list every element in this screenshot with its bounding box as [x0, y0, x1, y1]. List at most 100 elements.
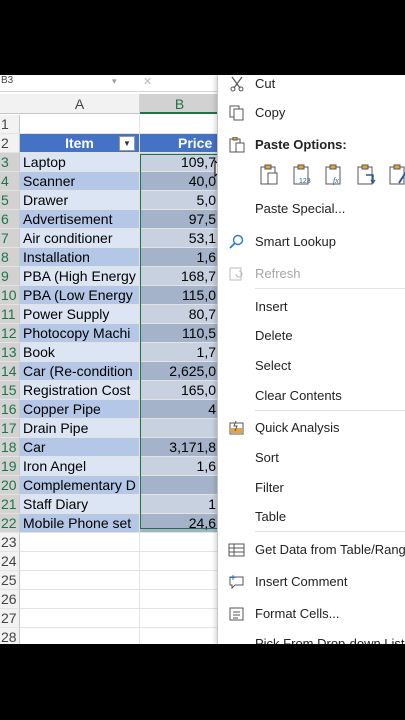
- price-cell[interactable]: 165,0: [140, 381, 220, 400]
- row-header[interactable]: 8: [0, 248, 20, 267]
- item-cell[interactable]: Laptop: [20, 153, 140, 172]
- price-cell[interactable]: 2,625,0: [140, 362, 220, 381]
- item-cell[interactable]: PBA (High Energy: [20, 267, 140, 286]
- menu-item-paste-special[interactable]: Paste Special...: [218, 197, 405, 221]
- row-header[interactable]: 1: [0, 115, 20, 134]
- row-header[interactable]: 2: [0, 134, 20, 153]
- item-cell[interactable]: Book: [20, 343, 140, 362]
- price-cell[interactable]: 110,5: [140, 324, 220, 343]
- column-header-b[interactable]: B: [140, 94, 220, 114]
- row-header[interactable]: 14: [0, 362, 20, 381]
- row-header[interactable]: 26: [0, 590, 20, 609]
- row-header[interactable]: 15: [0, 381, 20, 400]
- menu-item-insert-comment[interactable]: Insert Comment: [218, 570, 405, 594]
- row-header[interactable]: 16: [0, 400, 20, 419]
- row-header[interactable]: 9: [0, 267, 20, 286]
- item-cell[interactable]: Staff Diary: [20, 495, 140, 514]
- row-header[interactable]: 6: [0, 210, 20, 229]
- item-cell[interactable]: Car (Re-condition: [20, 362, 140, 381]
- price-cell[interactable]: 115,0: [140, 286, 220, 305]
- price-cell[interactable]: 3,171,8: [140, 438, 220, 457]
- item-cell[interactable]: Power Supply: [20, 305, 140, 324]
- menu-item-clear-contents[interactable]: Clear Contents: [218, 384, 405, 408]
- price-cell[interactable]: 80,7: [140, 305, 220, 324]
- row-header[interactable]: 25: [0, 571, 20, 590]
- price-cell[interactable]: 1,6: [140, 457, 220, 476]
- price-cell[interactable]: [140, 476, 220, 495]
- row-header[interactable]: 7: [0, 229, 20, 248]
- cell-a[interactable]: [20, 552, 140, 571]
- filter-dropdown-icon[interactable]: ▼: [119, 136, 135, 151]
- item-cell[interactable]: Iron Angel: [20, 457, 140, 476]
- menu-item-copy[interactable]: Copy: [218, 101, 405, 125]
- price-cell[interactable]: 1: [140, 495, 220, 514]
- row-header[interactable]: 12: [0, 324, 20, 343]
- item-cell[interactable]: Complementary D: [20, 476, 140, 495]
- cell-b[interactable]: [140, 609, 220, 628]
- column-header-a[interactable]: A: [20, 94, 140, 114]
- menu-item-select[interactable]: Select: [218, 354, 405, 378]
- item-cell[interactable]: Car: [20, 438, 140, 457]
- row-header[interactable]: 11: [0, 305, 20, 324]
- row-header[interactable]: 10: [0, 286, 20, 305]
- row-header[interactable]: 17: [0, 419, 20, 438]
- menu-item-sort[interactable]: Sort: [218, 446, 405, 470]
- cell-a[interactable]: [20, 571, 140, 590]
- row-header[interactable]: 23: [0, 533, 20, 552]
- price-cell[interactable]: [140, 419, 220, 438]
- paste-formulas-icon[interactable]: fx: [323, 163, 345, 187]
- item-cell[interactable]: Photocopy Machi: [20, 324, 140, 343]
- price-cell[interactable]: 97,5: [140, 210, 220, 229]
- row-header[interactable]: 19: [0, 457, 20, 476]
- cell-a[interactable]: [20, 590, 140, 609]
- paste-transpose-icon[interactable]: [355, 163, 377, 187]
- menu-item-cut[interactable]: Cut: [218, 75, 405, 96]
- menu-item-filter[interactable]: Filter: [218, 476, 405, 500]
- row-header[interactable]: 24: [0, 552, 20, 571]
- menu-item-quick-analysis[interactable]: Quick Analysis: [218, 416, 405, 440]
- cell-a[interactable]: [20, 533, 140, 552]
- price-cell[interactable]: 1,7: [140, 343, 220, 362]
- price-cell[interactable]: 53,1: [140, 229, 220, 248]
- paste-values-icon[interactable]: 123: [291, 163, 313, 187]
- price-cell[interactable]: 109,7: [140, 153, 220, 172]
- menu-item-table[interactable]: Table: [218, 505, 405, 529]
- menu-item-pick-from-list[interactable]: Pick From Drop-down List...: [218, 632, 405, 644]
- item-cell[interactable]: Drain Pipe: [20, 419, 140, 438]
- menu-item-insert[interactable]: Insert: [218, 295, 405, 319]
- price-cell[interactable]: 168,7: [140, 267, 220, 286]
- paste-formatting-icon[interactable]: [387, 163, 405, 187]
- item-cell[interactable]: Registration Cost: [20, 381, 140, 400]
- row-header[interactable]: 5: [0, 191, 20, 210]
- price-cell[interactable]: 1,6: [140, 248, 220, 267]
- price-cell[interactable]: 5,0: [140, 191, 220, 210]
- item-cell[interactable]: Installation: [20, 248, 140, 267]
- table-header-price[interactable]: Price: [140, 134, 220, 153]
- cell-b[interactable]: [140, 115, 220, 134]
- row-header[interactable]: 18: [0, 438, 20, 457]
- row-header[interactable]: 27: [0, 609, 20, 628]
- cancel-icon[interactable]: ✕: [143, 75, 152, 88]
- item-cell[interactable]: Air conditioner: [20, 229, 140, 248]
- item-cell[interactable]: Scanner: [20, 172, 140, 191]
- price-cell[interactable]: 40,0: [140, 172, 220, 191]
- row-header[interactable]: 28: [0, 628, 20, 644]
- price-cell[interactable]: 4: [140, 400, 220, 419]
- cell-a[interactable]: [20, 115, 140, 134]
- paste-icon[interactable]: [258, 163, 280, 187]
- menu-item-get-data[interactable]: Get Data from Table/Range: [218, 538, 405, 562]
- menu-item-delete[interactable]: Delete: [218, 324, 405, 348]
- menu-item-smart-lookup[interactable]: Smart Lookup: [218, 230, 405, 254]
- row-header[interactable]: 4: [0, 172, 20, 191]
- item-cell[interactable]: Advertisement: [20, 210, 140, 229]
- item-cell[interactable]: PBA (Low Energy: [20, 286, 140, 305]
- item-cell[interactable]: Copper Pipe: [20, 400, 140, 419]
- cell-b[interactable]: [140, 533, 220, 552]
- price-cell[interactable]: 24,6: [140, 514, 220, 533]
- row-header[interactable]: 22: [0, 514, 20, 533]
- row-header[interactable]: 21: [0, 495, 20, 514]
- item-cell[interactable]: Mobile Phone set: [20, 514, 140, 533]
- cell-a[interactable]: [20, 609, 140, 628]
- menu-item-format-cells[interactable]: Format Cells...: [218, 602, 405, 626]
- name-box-dropdown-icon[interactable]: ▾: [112, 76, 117, 87]
